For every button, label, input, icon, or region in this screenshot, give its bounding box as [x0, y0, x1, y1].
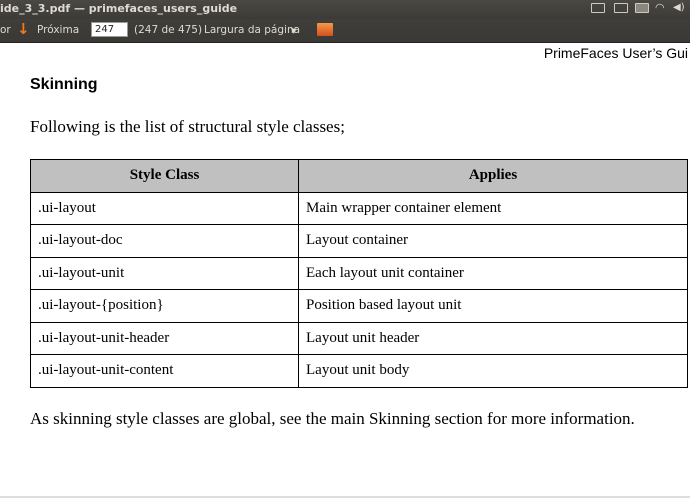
volume-icon[interactable]: ◀) — [673, 2, 685, 13]
cell: .ui-layout-unit-content — [30, 354, 299, 388]
intro-paragraph: Following is the list of structural styl… — [30, 117, 345, 136]
zoom-select[interactable]: Largura da página — [204, 24, 300, 36]
cell: .ui-layout-doc — [30, 224, 299, 258]
cell: Layout container — [298, 224, 688, 258]
table-row: .ui-layout-{position} Position based layo… — [30, 289, 688, 323]
page-count: (247 de 475) — [134, 24, 203, 36]
cell: Layout unit header — [298, 321, 688, 355]
divider — [0, 496, 690, 498]
battery-icon[interactable] — [635, 3, 649, 13]
cell: .ui-layout-unit — [30, 256, 299, 290]
previous-button[interactable]: or — [0, 24, 11, 36]
table-row: .ui-layout-unit-content Layout unit body — [30, 354, 688, 388]
cell: .ui-layout-unit-header — [30, 321, 299, 355]
table-row: .ui-layout Main wrapper container element — [30, 191, 688, 225]
wifi-icon[interactable]: ◠ — [655, 1, 665, 14]
column-header: Style Class — [30, 159, 299, 193]
keyboard-icon[interactable] — [591, 3, 605, 13]
section-heading: Skinning — [30, 76, 98, 93]
window-title: ide_3_3.pdf — primefaces_users_guide — [0, 2, 238, 15]
cell: Position based layout unit — [298, 289, 688, 323]
cell: Main wrapper container element — [298, 191, 688, 225]
document-page: PrimeFaces User’s Gui Skinning Following… — [0, 43, 690, 500]
style-class-table: Style Class Applies .ui-layout Main wrapp… — [30, 159, 688, 388]
window-titlebar: ide_3_3.pdf — primefaces_users_guide — [0, 0, 690, 19]
table-row: .ui-layout-unit Each layout unit containe… — [30, 256, 688, 290]
toolbar: or ↓ Próxima 247 (247 de 475) Largura da… — [0, 19, 690, 43]
folder-icon[interactable] — [317, 23, 333, 36]
column-header: Applies — [298, 159, 688, 193]
chevron-down-icon[interactable]: ▼ — [291, 27, 296, 35]
cell: Each layout unit container — [298, 256, 688, 290]
cell: Layout unit body — [298, 354, 688, 388]
next-button[interactable]: Próxima — [37, 24, 79, 36]
cell: .ui-layout-{position} — [30, 289, 299, 323]
footer-paragraph: As skinning style classes are global, se… — [30, 409, 635, 428]
table-row: .ui-layout-unit-header Layout unit header — [30, 321, 688, 355]
cell: .ui-layout — [30, 191, 299, 225]
next-arrow-icon[interactable]: ↓ — [17, 20, 30, 38]
page-number-input[interactable]: 247 — [91, 22, 128, 37]
table-row: .ui-layout-doc Layout container — [30, 224, 688, 258]
mail-icon[interactable] — [614, 3, 628, 13]
running-header: PrimeFaces User’s Gui — [543, 45, 688, 61]
table-header-row: Style Class Applies — [30, 159, 688, 193]
